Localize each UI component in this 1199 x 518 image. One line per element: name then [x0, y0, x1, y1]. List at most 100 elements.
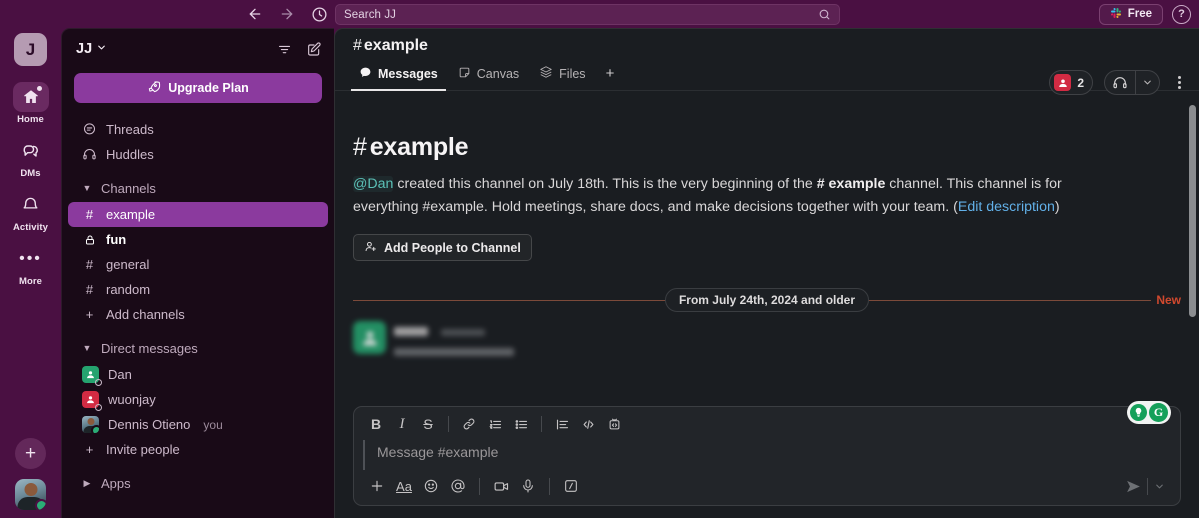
italic-button[interactable]: I: [390, 413, 414, 435]
sidebar-item-dm-dan[interactable]: Dan: [68, 362, 328, 387]
presence-away: [94, 378, 102, 386]
section-label-apps: Apps: [101, 475, 131, 491]
bullet-list-button[interactable]: [509, 413, 533, 435]
slack-window: Search JJ Free ? J Home DMs Activity •••…: [0, 0, 1199, 518]
plus-icon: +: [85, 442, 94, 457]
chevron-down-icon: ▼: [82, 343, 92, 353]
section-direct-messages[interactable]: ▼ Direct messages: [68, 335, 328, 361]
grammarly-widget[interactable]: G: [1127, 401, 1171, 424]
arrow-right-icon[interactable]: [278, 5, 296, 23]
avatar-face: [87, 418, 94, 425]
upgrade-plan-button[interactable]: Upgrade Plan: [74, 73, 322, 103]
workspace-switcher[interactable]: J: [14, 33, 47, 66]
sidebar-label-dm-dennis: Dennis Otieno: [108, 417, 191, 432]
send-options-button[interactable]: [1148, 474, 1170, 498]
sidebar-item-add-channels[interactable]: + Add channels: [68, 302, 328, 327]
rail-item-more[interactable]: ••• More: [4, 244, 58, 288]
tab-canvas[interactable]: Canvas: [450, 61, 527, 91]
bold-button[interactable]: B: [364, 413, 388, 435]
help-icon[interactable]: ?: [1172, 4, 1191, 24]
hash-icon: #: [816, 176, 825, 192]
lightbulb-icon[interactable]: [1130, 404, 1147, 421]
channel-intro-description: @Dan created this channel on July 18th. …: [353, 173, 1123, 219]
divider: [549, 477, 550, 495]
audio-clip-button[interactable]: [515, 474, 541, 498]
avatar[interactable]: [15, 479, 46, 510]
section-apps[interactable]: ▶ Apps: [68, 470, 328, 496]
message-input[interactable]: Message #example: [363, 440, 1180, 470]
message-body: [394, 321, 514, 356]
channel-sidebar: JJ Upgrade Plan Threads Huddles ▼ Channe…: [61, 28, 334, 518]
headphones-icon: [82, 147, 97, 162]
sidebar-label-general: general: [106, 257, 150, 272]
slack-logo-icon: [1110, 7, 1122, 22]
sidebar-item-fun[interactable]: fun: [68, 227, 328, 252]
add-people-button[interactable]: Add People to Channel: [353, 234, 532, 261]
workspace-name-button[interactable]: JJ: [76, 41, 107, 57]
divider: [448, 416, 449, 432]
composer-wrapper: G B I S Message #example Aa: [335, 401, 1199, 518]
blockquote-button[interactable]: [550, 413, 574, 435]
chevron-down-icon: [96, 41, 107, 57]
scrollbar[interactable]: [1189, 105, 1196, 317]
slash-command-button[interactable]: [558, 474, 584, 498]
date-divider: From July 24th, 2024 and older New: [353, 287, 1181, 313]
rail-item-dms[interactable]: DMs: [4, 136, 58, 179]
mention-button[interactable]: [445, 474, 471, 498]
person-plus-icon: [364, 240, 377, 256]
grammarly-icon[interactable]: G: [1149, 403, 1168, 422]
clock-icon[interactable]: [310, 5, 328, 23]
dm-avatar-dennis: [82, 416, 99, 433]
ordered-list-button[interactable]: [483, 413, 507, 435]
mention-dan[interactable]: @Dan: [353, 176, 394, 192]
message-text: [394, 348, 514, 356]
sidebar-item-invite-people[interactable]: + Invite people: [68, 437, 328, 462]
chevron-right-icon: ▶: [83, 477, 91, 488]
sidebar-item-threads[interactable]: Threads: [68, 117, 328, 142]
channel-intro: # example @Dan created this channel on J…: [353, 91, 1181, 261]
video-clip-button[interactable]: [488, 474, 514, 498]
date-divider-pill[interactable]: From July 24th, 2024 and older: [664, 288, 870, 312]
threads-icon: [82, 122, 97, 137]
tab-add[interactable]: +: [598, 61, 623, 91]
emoji-button[interactable]: [418, 474, 444, 498]
sidebar-header: JJ: [62, 29, 334, 69]
filter-icon[interactable]: [277, 42, 292, 57]
tab-label-messages: Messages: [378, 67, 438, 81]
message-list: # example @Dan created this channel on J…: [335, 91, 1199, 406]
compose-icon[interactable]: [306, 41, 322, 57]
attach-button[interactable]: [364, 474, 390, 498]
rail-item-activity[interactable]: Activity: [4, 190, 58, 233]
code-block-button[interactable]: [602, 413, 626, 435]
code-button[interactable]: [576, 413, 600, 435]
sidebar-item-dm-dennis[interactable]: Dennis Otieno you: [68, 412, 328, 437]
sidebar-item-dm-wuonjay[interactable]: wuonjay: [68, 387, 328, 412]
rail-item-home[interactable]: Home: [4, 82, 58, 125]
hash-icon: #: [85, 282, 94, 297]
sidebar-item-general[interactable]: # general: [68, 252, 328, 277]
formatting-toolbar: B I S: [354, 407, 1180, 440]
canvas-icon: [458, 66, 471, 82]
channel-title[interactable]: # example: [353, 37, 1187, 55]
tab-files[interactable]: Files: [531, 60, 593, 91]
chevron-down-icon[interactable]: [1136, 77, 1159, 88]
sidebar-scroll: Threads Huddles ▼ Channels # example fun…: [62, 117, 334, 518]
search-input[interactable]: Search JJ: [335, 4, 840, 25]
arrow-left-icon[interactable]: [246, 5, 264, 23]
section-channels[interactable]: ▼ Channels: [68, 175, 328, 201]
send-button[interactable]: [1119, 474, 1147, 498]
link-button[interactable]: [457, 413, 481, 435]
sidebar-item-random[interactable]: # random: [68, 277, 328, 302]
search-placeholder: Search JJ: [344, 8, 397, 21]
strikethrough-button[interactable]: S: [416, 413, 440, 435]
edit-description-link[interactable]: Edit description: [958, 199, 1055, 215]
plan-badge[interactable]: Free: [1098, 3, 1163, 25]
formatting-button[interactable]: Aa: [391, 474, 417, 498]
dm-avatar-dan: [82, 366, 102, 386]
sidebar-item-huddles[interactable]: Huddles: [68, 142, 328, 167]
avatar-face: [24, 483, 37, 496]
tab-messages[interactable]: Messages: [351, 61, 446, 91]
new-item-button[interactable]: +: [15, 438, 46, 469]
sidebar-item-example[interactable]: # example: [68, 202, 328, 227]
new-messages-label: New: [1151, 293, 1181, 307]
